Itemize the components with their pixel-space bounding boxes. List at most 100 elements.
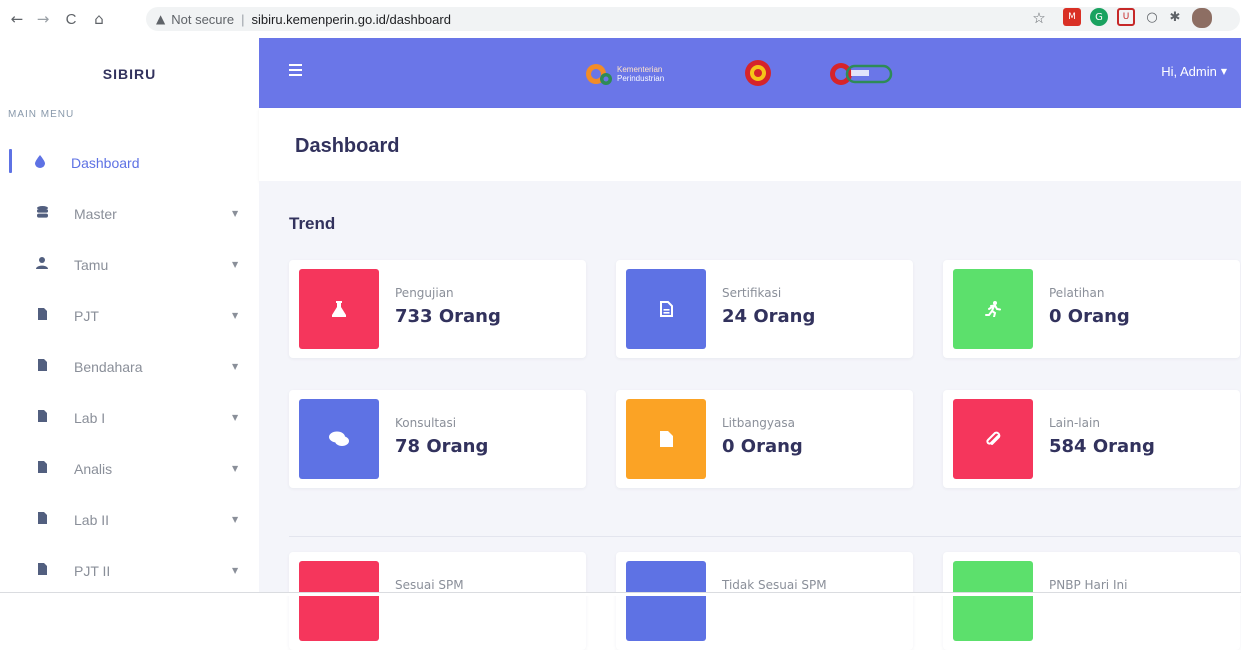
stat-value: 584 Orang	[1049, 436, 1155, 457]
running-icon	[953, 269, 1033, 349]
warning-icon: ▲	[156, 12, 166, 26]
stat-card-lain-lain[interactable]: Lain-lain 584 Orang	[943, 390, 1240, 488]
file-icon	[35, 512, 49, 527]
chevron-down-icon: ▼	[1220, 67, 1227, 76]
chevron-down-icon: ▼	[232, 362, 239, 371]
file-icon	[35, 359, 49, 374]
section-divider	[289, 536, 1241, 537]
stat-label: Pelatihan	[1049, 286, 1105, 300]
sidebar-item-master[interactable]: Master ▼	[0, 188, 259, 239]
document-icon	[626, 269, 706, 349]
menu-heading: MAIN MENU	[8, 109, 75, 120]
stat-label: Konsultasi	[395, 416, 457, 430]
extension-green-icon[interactable]: G	[1090, 8, 1108, 26]
stat-label: PNBP Hari Ini	[1049, 578, 1128, 592]
user-icon	[35, 257, 49, 272]
reload-icon[interactable]: C	[60, 8, 82, 30]
stat-card-sesuai-spm[interactable]: Sesuai SPM	[289, 552, 586, 650]
flask-icon	[299, 269, 379, 349]
sidebar-item-lab-ii[interactable]: Lab II ▼	[0, 494, 259, 545]
stat-card-litbangyasa[interactable]: Litbangyasa 0 Orang	[616, 390, 913, 488]
chevron-down-icon: ▼	[232, 566, 239, 575]
sidebar-item-label: PJT II	[74, 562, 111, 579]
sidebar-item-bendahara[interactable]: Bendahara ▼	[0, 341, 259, 392]
active-indicator	[9, 149, 12, 173]
user-menu[interactable]: Hi, Admin ▼	[1161, 64, 1227, 79]
stat-card-konsultasi[interactable]: Konsultasi 78 Orang	[289, 390, 586, 488]
stat-card-tidak-sesuai-spm[interactable]: Tidak Sesuai SPM	[616, 552, 913, 650]
extensions-puzzle-icon[interactable]: ✱	[1166, 8, 1184, 26]
chevron-down-icon: ▼	[232, 464, 239, 473]
chevron-down-icon: ▼	[232, 209, 239, 218]
sidebar-item-label: Master	[74, 205, 117, 222]
sidebar-item-pjt[interactable]: PJT ▼	[0, 290, 259, 341]
chevron-down-icon: ▼	[232, 515, 239, 524]
stat-label: Tidak Sesuai SPM	[722, 578, 827, 592]
browser-toolbar: ← → C ⌂ ▲ Not secure | sibiru.kemenperin…	[0, 0, 1241, 38]
stat-card-pnbp-hari-ini[interactable]: PNBP Hari Ini	[943, 552, 1240, 650]
drop-icon	[33, 154, 47, 171]
top-navbar: Kementerian Perindustrian Hi, Admin ▼	[259, 38, 1241, 108]
page-title: Dashboard	[295, 135, 400, 157]
stat-label: Lain-lain	[1049, 416, 1100, 430]
home-icon[interactable]: ⌂	[88, 8, 110, 30]
stat-card-pengujian[interactable]: Pengujian 733 Orang	[289, 260, 586, 358]
sidebar: SIBIRU MAIN MENU Dashboard Master ▼ Tamu…	[0, 38, 259, 596]
database-icon	[35, 206, 49, 221]
file-icon	[35, 410, 49, 425]
extension-circle-icon[interactable]: ○	[1143, 8, 1161, 26]
stat-card-pelatihan[interactable]: Pelatihan 0 Orang	[943, 260, 1240, 358]
profile-avatar-icon[interactable]	[1192, 8, 1212, 28]
sidebar-item-tamu[interactable]: Tamu ▼	[0, 239, 259, 290]
stat-card-sertifikasi[interactable]: Sertifikasi 24 Orang	[616, 260, 913, 358]
sidebar-item-analis[interactable]: Analis ▼	[0, 443, 259, 494]
stat-value: 0 Orang	[722, 436, 803, 457]
chat-icon	[299, 399, 379, 479]
address-separator: |	[241, 11, 245, 27]
stat-label: Sesuai SPM	[395, 578, 464, 592]
chevron-down-icon: ▼	[232, 260, 239, 269]
back-icon[interactable]: ←	[6, 8, 28, 30]
sidebar-item-label: Lab II	[74, 511, 110, 528]
file-icon	[35, 563, 49, 578]
user-greeting: Hi, Admin	[1161, 64, 1217, 79]
url-text[interactable]: sibiru.kemenperin.go.id/dashboard	[252, 12, 451, 27]
section-title: Trend	[289, 214, 336, 233]
logo-line-2: Perindustrian	[617, 74, 665, 83]
sidebar-item-label: Bendahara	[74, 358, 143, 375]
chevron-down-icon: ▼	[232, 413, 239, 422]
stat-value: 24 Orang	[722, 306, 816, 327]
extension-shield-icon[interactable]: U	[1117, 8, 1135, 26]
stat-icon-box	[953, 561, 1033, 641]
file-icon	[35, 461, 49, 476]
stat-label: Sertifikasi	[722, 286, 782, 300]
sidebar-item-label: Analis	[74, 460, 113, 477]
sidebar-item-pjt-ii[interactable]: PJT II ▼	[0, 545, 259, 596]
sidebar-item-label: Tamu	[74, 256, 109, 273]
sidebar-item-label: Dashboard	[71, 154, 140, 171]
security-status[interactable]: Not secure	[171, 12, 234, 27]
sidebar-item-lab-i[interactable]: Lab I ▼	[0, 392, 259, 443]
sidebar-item-label: Lab I	[74, 409, 106, 426]
sidebar-item-label: PJT	[74, 307, 99, 324]
stat-label: Pengujian	[395, 286, 454, 300]
menu-toggle-icon[interactable]	[289, 64, 303, 76]
window-bottom-edge	[0, 592, 1241, 596]
paperclip-icon	[953, 399, 1033, 479]
logo-line-1: Kementerian	[617, 65, 663, 74]
brand-title[interactable]: SIBIRU	[0, 38, 259, 108]
forward-icon[interactable]: →	[32, 8, 54, 30]
kemenperin-logo: Kementerian Perindustrian	[584, 60, 702, 88]
emblem-logo	[745, 60, 771, 86]
extension-red-icon[interactable]: M	[1063, 8, 1081, 26]
page-header: Dashboard	[259, 108, 1241, 181]
sidebar-item-dashboard[interactable]: Dashboard	[0, 137, 259, 188]
main-content: Trend Pengujian 733 Orang Sertifikasi 24…	[259, 181, 1241, 650]
stat-value: 0 Orang	[1049, 306, 1130, 327]
file-icon	[626, 399, 706, 479]
stat-icon-box	[626, 561, 706, 641]
file-icon	[35, 308, 49, 323]
stat-value: 78 Orang	[395, 436, 489, 457]
stat-label: Litbangyasa	[722, 416, 795, 430]
bookmark-star-icon[interactable]: ☆	[1030, 9, 1048, 27]
